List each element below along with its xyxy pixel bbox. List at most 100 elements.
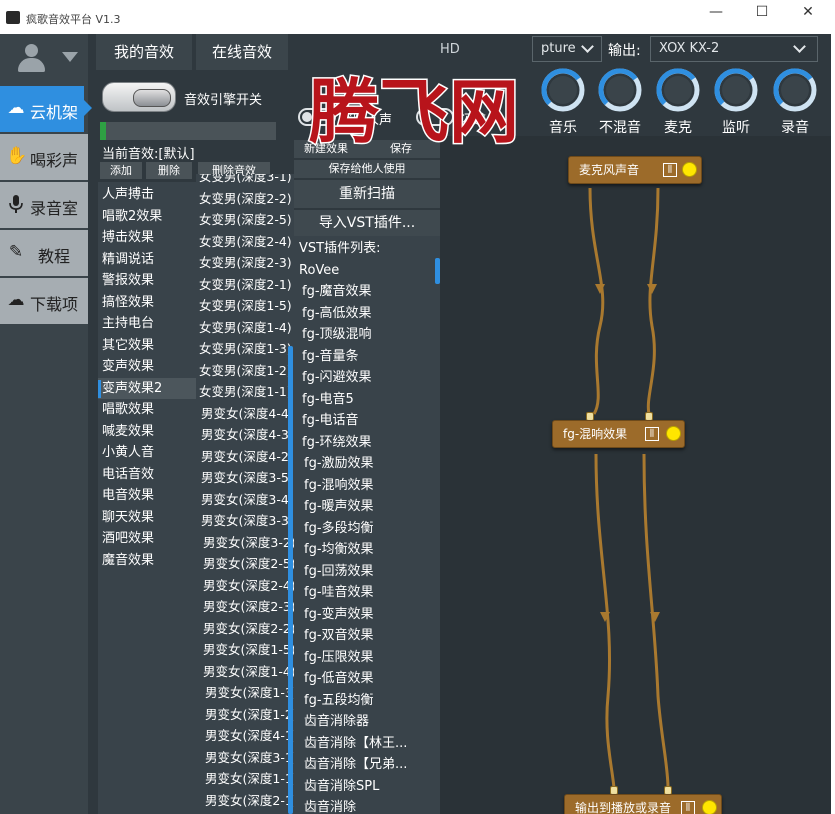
volume-knob[interactable] (712, 66, 760, 114)
preset-item[interactable]: 男变女(深度3-3) (201, 510, 294, 532)
engine-switch[interactable]: 音效引擎开关 (102, 76, 280, 116)
vst-plugin-item[interactable]: RoVee (299, 260, 339, 282)
category-item[interactable]: 喊麦效果 (98, 421, 196, 443)
input-device-select[interactable]: pture (532, 36, 602, 62)
nav-item-cloud-rack[interactable]: ☁ 云机架 (0, 86, 84, 132)
preset-item[interactable]: 女变男(深度2-4) (199, 231, 292, 253)
volume-knob[interactable] (539, 66, 587, 114)
preset-item[interactable]: 男变女(深度2-4) (203, 575, 294, 597)
category-item[interactable]: 主持电台 (98, 313, 196, 335)
category-item[interactable]: 搞怪效果 (98, 292, 196, 314)
tab-my-effects[interactable]: 我的音效 (96, 34, 192, 70)
preset-item[interactable]: 男变女(深度1-1) (205, 768, 294, 790)
volume-knob[interactable] (771, 66, 819, 114)
equalizer-icon[interactable]: ⫼ (663, 163, 677, 177)
vst-plugin-item[interactable]: 齿音消除【林王... (304, 733, 407, 755)
preset-item[interactable]: 男变女(深度3-2) (203, 532, 294, 554)
preset-item[interactable]: 男变女(深度2-5) (203, 553, 294, 575)
category-item[interactable]: 唱歌2效果 (98, 206, 196, 228)
vst-plugin-item[interactable]: fg-回荡效果 (304, 561, 374, 583)
preset-item[interactable]: 女变男(深度2-2) (199, 188, 292, 210)
vst-plugin-item[interactable]: fg-闪避效果 (302, 367, 372, 389)
vst-plugin-item[interactable]: fg-哇音效果 (304, 582, 374, 604)
vst-plugin-item[interactable]: fg-均衡效果 (304, 539, 374, 561)
category-item[interactable]: 电话音效 (98, 464, 196, 486)
preset-item[interactable]: 女变男(深度2-3) (199, 252, 292, 274)
preset-item[interactable]: 男变女(深度1-3) (205, 682, 294, 704)
category-item[interactable]: 酒吧效果 (98, 528, 196, 550)
preset-item[interactable]: 男变女(深度2-3) (203, 596, 294, 618)
category-item[interactable]: 警报效果 (98, 270, 196, 292)
preset-item[interactable]: 男变女(深度1-4) (203, 661, 294, 683)
vst-plugin-item[interactable]: fg-压限效果 (304, 647, 374, 669)
vst-plugin-item[interactable]: fg-电音5 (302, 389, 354, 411)
preset-item[interactable]: 女变男(深度1-4) (199, 317, 292, 339)
nav-item-studio[interactable]: 录音室 (0, 182, 88, 228)
nav-item-downloads[interactable]: ☁ 下载项 (0, 278, 88, 324)
preset-item[interactable]: 女变男(深度2-1) (199, 274, 292, 296)
vst-plugin-item[interactable]: fg-音量条 (302, 346, 359, 368)
preset-item[interactable]: 男变女(深度2-1) (205, 790, 294, 812)
preset-item[interactable]: 男变女(深度1-2) (205, 704, 294, 726)
category-item[interactable]: 电音效果 (98, 485, 196, 507)
maximize-button[interactable]: ☐ (739, 2, 785, 24)
vst-plugin-item[interactable]: fg-低音效果 (304, 668, 374, 690)
equalizer-icon[interactable]: ⫼ (681, 801, 695, 814)
delete-button[interactable]: 删除 (146, 162, 192, 179)
preset-item[interactable]: 男变女(深度4-4) (201, 403, 294, 425)
nav-item-tutorial[interactable]: ✎ 教程 (0, 230, 88, 276)
vst-plugin-item[interactable]: fg-魔音效果 (302, 281, 372, 303)
vst-plugin-item[interactable]: fg-电话音 (302, 410, 359, 432)
vst-plugin-item[interactable]: 齿音消除器 (304, 711, 369, 733)
nav-item-cheer[interactable]: ✋ 喝彩声 (0, 134, 88, 180)
vst-plugin-item[interactable]: 齿音消除SPL (304, 776, 379, 798)
vst-plugin-item[interactable]: 齿音消除【兄弟... (304, 754, 407, 776)
vst-plugin-item[interactable]: fg-顶级混响 (302, 324, 372, 346)
close-button[interactable]: ✕ (785, 2, 831, 24)
reverb-node[interactable]: fg-混响效果 ⫼ (552, 420, 685, 448)
output-node[interactable]: 输出到播放或录音 ⫼ (564, 794, 722, 814)
add-button[interactable]: 添加 (100, 162, 142, 179)
preset-item[interactable]: 男变女(深度3-1) (205, 747, 294, 769)
equalizer-icon[interactable]: ⫼ (645, 427, 659, 441)
vst-plugin-item[interactable]: fg-环绕效果 (302, 432, 372, 454)
import-vst-button[interactable]: 导入VST插件... (294, 210, 440, 236)
preset-item[interactable]: 女变男(深度2-5) (199, 209, 292, 231)
volume-knob[interactable] (596, 66, 644, 114)
category-item[interactable]: 聊天效果 (98, 507, 196, 529)
vst-plugin-item[interactable]: fg-变声效果 (304, 604, 374, 626)
user-area[interactable] (0, 34, 88, 82)
effect-chain-canvas[interactable]: 麦克风声音 ⫼ fg-混响效果 ⫼ 输出到播放或录音 ⫼ (440, 136, 831, 814)
preset-item[interactable]: 男变女(深度3-4) (201, 489, 294, 511)
minimize-button[interactable]: — (693, 2, 739, 24)
preset-item[interactable]: 男变女(深度4-3) (201, 424, 294, 446)
vst-plugin-item[interactable]: fg-五段均衡 (304, 690, 374, 712)
category-item[interactable]: 其它效果 (98, 335, 196, 357)
category-item[interactable]: 搏击效果 (98, 227, 196, 249)
preset-item[interactable]: 女变男(深度1-5) (199, 295, 292, 317)
volume-knob[interactable] (654, 66, 702, 114)
vst-plugin-item[interactable]: fg-双音效果 (304, 625, 374, 647)
vst-plugin-item[interactable]: fg-多段均衡 (304, 518, 374, 540)
vst-plugin-item[interactable]: fg-混响效果 (304, 475, 374, 497)
preset-item[interactable]: 女变男(深度3-1) (199, 174, 292, 188)
category-item[interactable]: 魔音效果 (98, 550, 196, 572)
preset-scrollbar[interactable] (288, 346, 293, 814)
preset-item[interactable]: 女变男(深度1-3) (199, 338, 292, 360)
rescan-button[interactable]: 重新扫描 (294, 180, 440, 208)
power-switch-icon[interactable] (102, 82, 176, 112)
category-item[interactable]: 变声效果 (98, 356, 196, 378)
category-item[interactable]: 变声效果2 (98, 377, 196, 399)
preset-item[interactable]: 男变女(深度4-2) (201, 446, 294, 468)
category-item[interactable]: 人声搏击 (98, 184, 196, 206)
category-item[interactable]: 精调说话 (98, 249, 196, 271)
preset-item[interactable]: 女变男(深度1-1) (199, 381, 292, 403)
tab-online-effects[interactable]: 在线音效 (196, 34, 288, 70)
preset-item[interactable]: 女变男(深度1-2) (199, 360, 292, 382)
category-item[interactable]: 小黄人音 (98, 442, 196, 464)
output-device-select[interactable]: XOX KX-2 (650, 36, 818, 62)
avatar[interactable] (16, 42, 46, 74)
vst-plugin-item[interactable]: 齿音消除 (304, 797, 356, 814)
vst-plugin-item[interactable]: fg-激励效果 (304, 453, 374, 475)
preset-item[interactable]: 男变女(深度1-5) (203, 639, 294, 661)
